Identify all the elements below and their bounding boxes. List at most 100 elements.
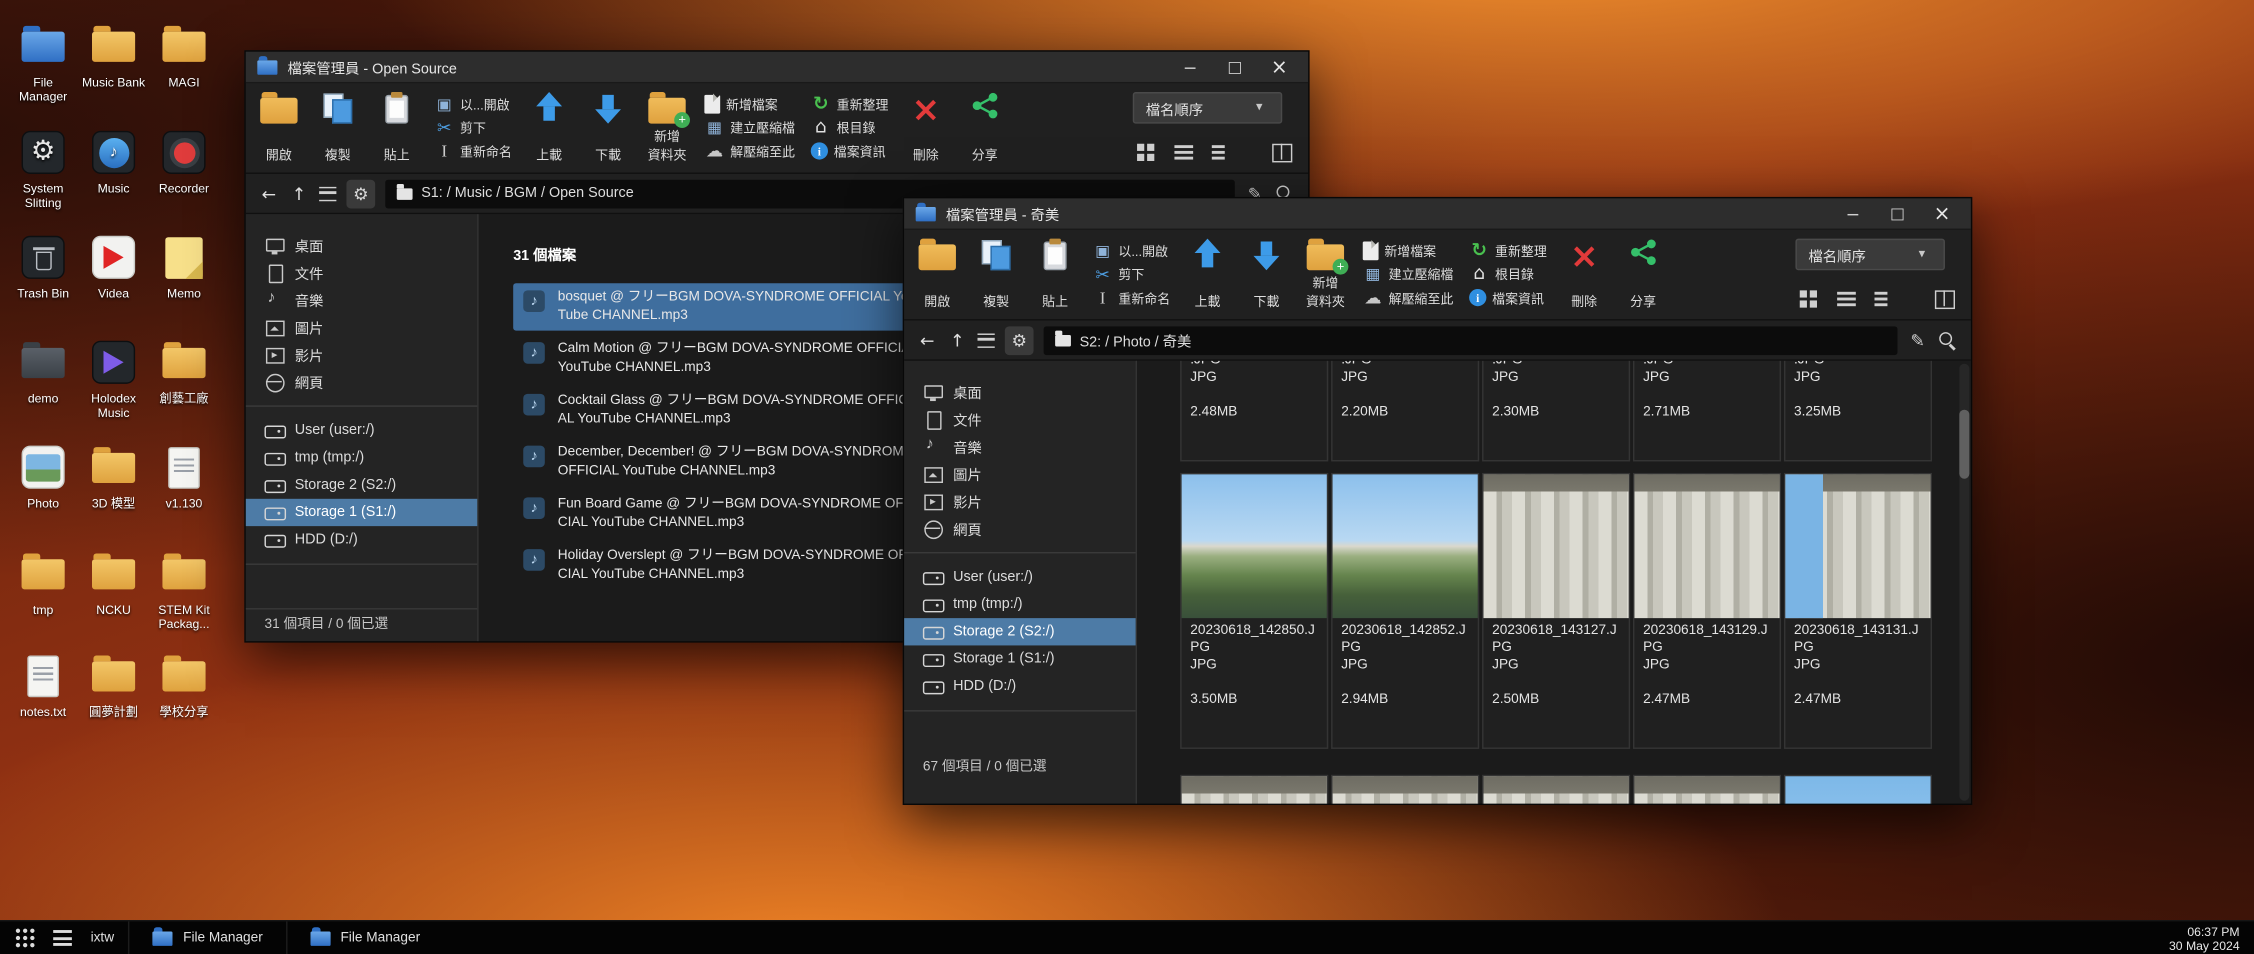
desktop-icon-magi[interactable]: MAGI xyxy=(151,20,217,89)
share-button[interactable]: 分享 xyxy=(963,88,1006,169)
sidebar-item-storage2[interactable]: Storage 2 (S2:/) xyxy=(904,618,1135,645)
photo-cell[interactable]: 20230618_143131.JPGJPG2.47MB xyxy=(1784,473,1932,749)
minimize-button[interactable] xyxy=(1173,55,1208,78)
maximize-button[interactable] xyxy=(1880,202,1915,225)
sidebar-item-user-drive[interactable]: User (user:/) xyxy=(904,564,1135,591)
app-launcher-icon[interactable] xyxy=(16,929,35,948)
new-file-button[interactable]: 新增檔案 xyxy=(704,92,795,115)
sidebar-item-documents[interactable]: 文件 xyxy=(246,259,477,286)
sidebar-item-web[interactable]: 網頁 xyxy=(246,368,477,395)
list-view-icon[interactable] xyxy=(1174,144,1194,161)
search-icon[interactable] xyxy=(1938,330,1958,350)
desktop-icon-recorder[interactable]: Recorder xyxy=(151,127,217,196)
open-with-button[interactable]: 以...開啟 xyxy=(1093,239,1171,262)
delete-button[interactable]: 刪除 xyxy=(904,88,947,169)
title-bar[interactable]: 檔案管理員 - 奇美 xyxy=(904,198,1971,230)
open-button[interactable]: 開啟 xyxy=(916,234,959,315)
photo-cell-partial[interactable] xyxy=(1633,775,1781,804)
sidebar-item-desktop[interactable]: 桌面 xyxy=(246,231,477,258)
up-icon[interactable] xyxy=(947,328,967,351)
sidebar-item-user-drive[interactable]: User (user:/) xyxy=(246,417,477,444)
cut-button[interactable]: 剪下 xyxy=(434,116,512,139)
desktop-icon-3d-models[interactable]: 3D 模型 xyxy=(81,441,147,510)
extract-here-button[interactable]: 解壓縮至此 xyxy=(704,139,795,162)
desktop-icon-tmp[interactable]: tmp xyxy=(10,548,76,617)
root-button[interactable]: 根目錄 xyxy=(811,116,889,139)
photo-cell[interactable]: 20230618_143129.JPGJPG2.47MB xyxy=(1633,473,1781,749)
sidebar-item-storage1[interactable]: Storage 1 (S1:/) xyxy=(246,499,477,526)
download-button[interactable]: 下載 xyxy=(1245,234,1288,315)
up-icon[interactable] xyxy=(289,182,309,205)
photo-cell[interactable]: 20230618_142852.JPGJPG2.94MB xyxy=(1331,473,1479,749)
sidebar-item-music[interactable]: 音樂 xyxy=(246,286,477,313)
sidebar-item-web[interactable]: 網頁 xyxy=(904,515,1135,542)
photo-cell-partial[interactable] xyxy=(1482,775,1630,804)
photo-cell-partial[interactable]: .JPGJPG3.25MB xyxy=(1784,361,1932,462)
clock[interactable]: 06:37 PM 30 May 2024 xyxy=(2169,924,2254,953)
desktop-icon-music-app[interactable]: Music xyxy=(81,127,147,196)
create-archive-button[interactable]: 建立壓縮檔 xyxy=(1363,262,1454,285)
path-input[interactable]: S2: / Photo / 奇美 xyxy=(1044,326,1898,355)
photo-cell-partial[interactable] xyxy=(1331,775,1479,804)
close-button[interactable] xyxy=(1925,202,1960,225)
extract-here-button[interactable]: 解壓縮至此 xyxy=(1363,286,1454,309)
file-info-button[interactable]: 檔案資訊 xyxy=(811,139,889,162)
new-file-button[interactable]: 新增檔案 xyxy=(1363,239,1454,262)
paste-button[interactable]: 貼上 xyxy=(1034,234,1077,315)
create-archive-button[interactable]: 建立壓縮檔 xyxy=(704,116,795,139)
menu-icon[interactable] xyxy=(978,333,995,347)
back-icon[interactable] xyxy=(259,182,279,205)
compact-view-icon[interactable] xyxy=(1212,144,1232,161)
file-info-button[interactable]: 檔案資訊 xyxy=(1469,286,1547,309)
sidebar-item-hdd[interactable]: HDD (D:/) xyxy=(246,526,477,553)
grid-view-icon[interactable] xyxy=(1137,144,1157,161)
desktop-icon-holodex-music[interactable]: Holodex Music xyxy=(81,336,147,419)
desktop-icon-demo[interactable]: demo xyxy=(10,336,76,405)
sidebar-item-videos[interactable]: 影片 xyxy=(904,487,1135,514)
sidebar-item-storage2[interactable]: Storage 2 (S2:/) xyxy=(246,472,477,499)
desktop-icon-trash-bin[interactable]: Trash Bin xyxy=(10,231,76,300)
open-with-button[interactable]: 以...開啟 xyxy=(434,92,512,115)
copy-button[interactable]: 複製 xyxy=(316,88,359,169)
sidebar-item-tmp-drive[interactable]: tmp (tmp:/) xyxy=(904,591,1135,618)
sidebar-item-desktop[interactable]: 桌面 xyxy=(904,378,1135,405)
sidebar-item-videos[interactable]: 影片 xyxy=(246,341,477,368)
title-bar[interactable]: 檔案管理員 - Open Source xyxy=(246,52,1308,84)
share-button[interactable]: 分享 xyxy=(1622,234,1665,315)
new-folder-button[interactable]: 新增資料夾 xyxy=(645,88,688,169)
compact-view-icon[interactable] xyxy=(1875,290,1895,307)
scrollbar-thumb[interactable] xyxy=(1959,410,1969,479)
settings-icon[interactable] xyxy=(346,179,375,208)
minimize-button[interactable] xyxy=(1836,202,1871,225)
column-view-icon[interactable] xyxy=(1935,290,1955,307)
photo-cell-partial[interactable]: .JPGJPG2.71MB xyxy=(1633,361,1781,462)
desktop-icon-stem-kit[interactable]: STEM Kit Packag... xyxy=(151,548,217,631)
upload-button[interactable]: 上載 xyxy=(1186,234,1229,315)
photo-cell-partial[interactable]: .JPGJPG2.30MB xyxy=(1482,361,1630,462)
task-list-icon[interactable] xyxy=(53,930,72,946)
sidebar-item-tmp-drive[interactable]: tmp (tmp:/) xyxy=(246,444,477,471)
sidebar-item-storage1[interactable]: Storage 1 (S1:/) xyxy=(904,645,1135,672)
refresh-button[interactable]: 重新整理 xyxy=(811,92,889,115)
root-button[interactable]: 根目錄 xyxy=(1469,262,1547,285)
taskbar-app-file-manager-2[interactable]: File Manager xyxy=(286,921,443,954)
desktop-icon-dream-plan[interactable]: 圓夢計劃 xyxy=(81,650,147,719)
edit-path-icon[interactable] xyxy=(1908,328,1928,351)
photo-cell[interactable]: 20230618_142850.JPGJPG3.50MB xyxy=(1180,473,1328,749)
file-manager-window-chimei[interactable]: 檔案管理員 - 奇美 開啟 複製 貼上 以...開啟 剪下 重新命名 上載 下載… xyxy=(903,197,1973,805)
photo-cell-partial[interactable] xyxy=(1784,775,1932,804)
upload-button[interactable]: 上載 xyxy=(528,88,571,169)
desktop-icon-system-slitting[interactable]: System Slitting xyxy=(10,127,76,210)
desktop-icon-videa[interactable]: Videa xyxy=(81,231,147,300)
desktop-icon-memo[interactable]: Memo xyxy=(151,231,217,300)
photo-cell[interactable]: 20230618_143127.JPGJPG2.50MB xyxy=(1482,473,1630,749)
desktop-icon-file-manager[interactable]: File Manager xyxy=(10,20,76,103)
sidebar-item-pictures[interactable]: 圖片 xyxy=(246,313,477,340)
open-button[interactable]: 開啟 xyxy=(257,88,300,169)
close-button[interactable] xyxy=(1262,55,1297,78)
taskbar-app-file-manager-1[interactable]: File Manager xyxy=(128,921,285,954)
ime-indicator[interactable]: ixtw xyxy=(91,930,115,946)
desktop-icon-photo[interactable]: Photo xyxy=(10,441,76,510)
sort-dropdown[interactable]: 檔名順序 xyxy=(1795,239,1945,271)
rename-button[interactable]: 重新命名 xyxy=(1093,286,1171,309)
